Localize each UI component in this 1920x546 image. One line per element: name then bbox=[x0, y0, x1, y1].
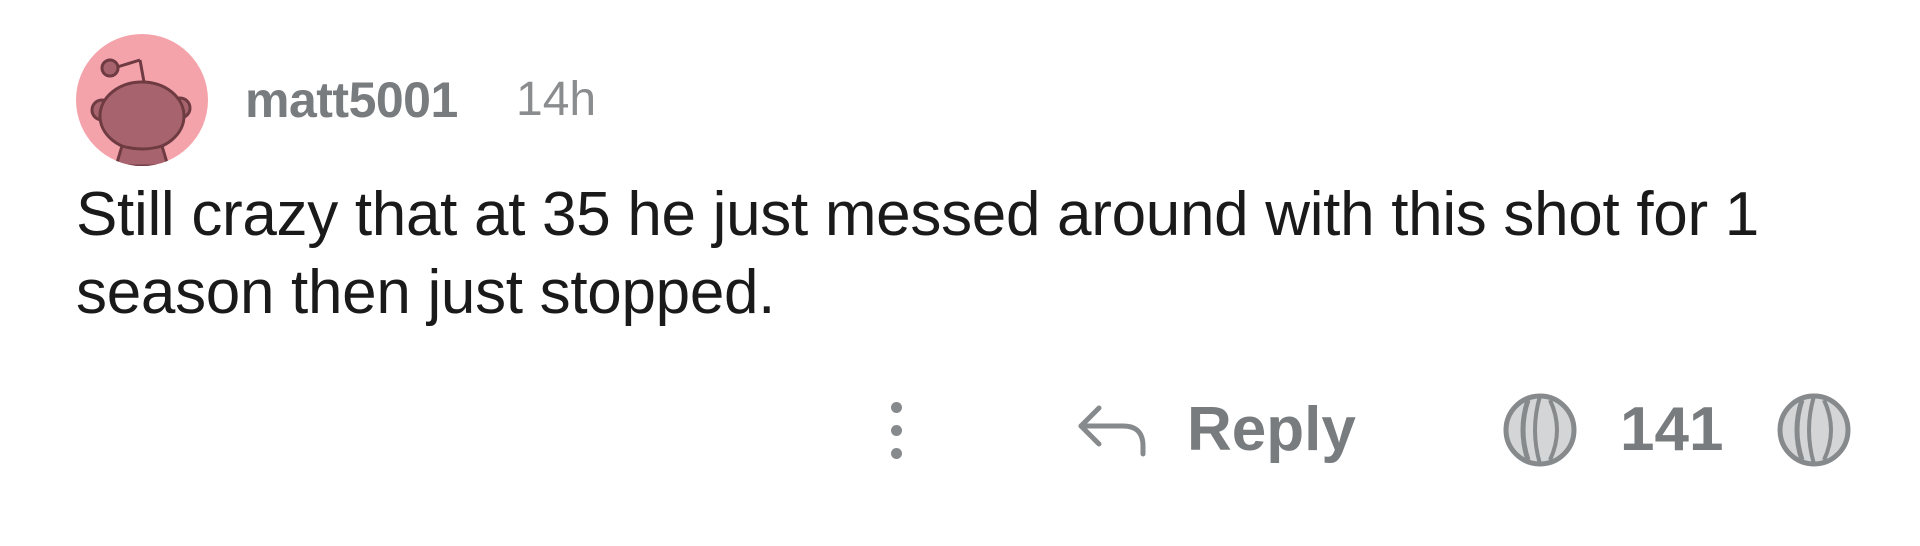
comment-body: Still crazy that at 35 he just messed ar… bbox=[76, 180, 1759, 327]
reply-arrow-icon bbox=[1078, 405, 1146, 457]
snoo-avatar-icon bbox=[76, 34, 208, 166]
basketball-downvote-icon[interactable] bbox=[1774, 390, 1854, 470]
comment-timestamp: 14h bbox=[516, 73, 597, 126]
basketball-upvote-icon[interactable] bbox=[1500, 390, 1580, 470]
reply-label: Reply bbox=[1187, 395, 1356, 464]
more-options-button[interactable] bbox=[870, 392, 922, 468]
comment-card: matt5001 14h Still crazy that at 35 he j… bbox=[0, 0, 1920, 546]
more-dot bbox=[891, 448, 902, 459]
more-dot bbox=[891, 425, 902, 436]
user-avatar[interactable] bbox=[76, 34, 208, 166]
comment-author[interactable]: matt5001 bbox=[245, 68, 458, 132]
vote-count: 141 bbox=[1620, 395, 1724, 464]
comment-actions: Reply 141 bbox=[0, 380, 1920, 480]
reply-button[interactable]: Reply bbox=[1075, 388, 1356, 472]
more-vertical-icon bbox=[891, 402, 902, 413]
